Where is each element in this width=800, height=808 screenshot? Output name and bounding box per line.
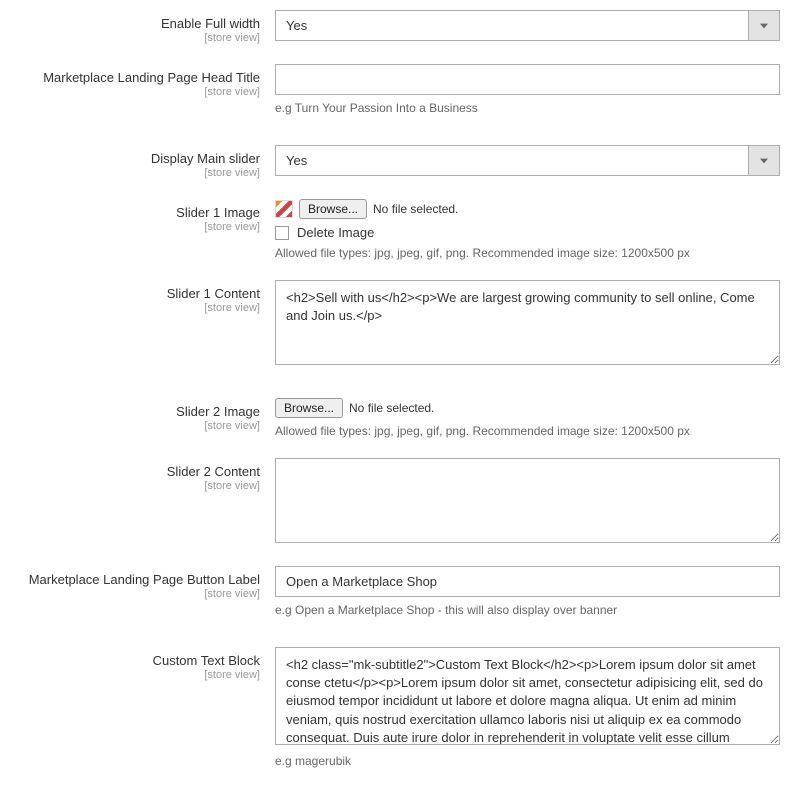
scope-label: [store view]: [15, 669, 260, 681]
label-col: Slider 2 Content [store view]: [15, 458, 275, 492]
label-col: Display Main slider [store view]: [15, 145, 275, 179]
field-col: Browse... No file selected. Delete Image…: [275, 199, 780, 260]
file-status: No file selected.: [349, 401, 434, 415]
row-display-main-slider: Display Main slider [store view] Yes: [15, 145, 785, 179]
label-display-main-slider: Display Main slider: [15, 151, 260, 166]
delete-image-label: Delete Image: [297, 225, 374, 240]
field-col: e.g magerubik: [275, 647, 780, 768]
scope-label: [store view]: [15, 221, 260, 233]
hint-slider1-image: Allowed file types: jpg, jpeg, gif, png.…: [275, 246, 780, 260]
row-custom-text-block: Custom Text Block [store view] e.g mager…: [15, 647, 785, 768]
hint-custom-text-block: e.g magerubik: [275, 754, 780, 768]
file-status: No file selected.: [373, 202, 458, 216]
row-landing-head-title: Marketplace Landing Page Head Title [sto…: [15, 64, 785, 115]
scope-label: [store view]: [15, 480, 260, 492]
input-landing-head-title[interactable]: [275, 64, 780, 95]
row-button-label: Marketplace Landing Page Button Label [s…: [15, 566, 785, 617]
row-slider2-image: Slider 2 Image [store view] Browse... No…: [15, 398, 785, 438]
textarea-slider2-content[interactable]: [275, 458, 780, 543]
field-col: e.g Turn Your Passion Into a Business: [275, 64, 780, 115]
field-col: [275, 280, 780, 368]
select-display-main-slider[interactable]: Yes: [275, 145, 780, 176]
label-col: Enable Full width [store view]: [15, 10, 275, 44]
input-button-label[interactable]: [275, 566, 780, 597]
hint-landing-head-title: e.g Turn Your Passion Into a Business: [275, 101, 780, 115]
field-col: Yes: [275, 10, 780, 41]
label-col: Slider 2 Image [store view]: [15, 398, 275, 432]
label-custom-text-block: Custom Text Block: [15, 653, 260, 668]
textarea-slider1-content[interactable]: [275, 280, 780, 365]
row-slider1-content: Slider 1 Content [store view]: [15, 280, 785, 368]
row-slider1-image: Slider 1 Image [store view] Browse... No…: [15, 199, 785, 260]
row-slider2-content: Slider 2 Content [store view]: [15, 458, 785, 546]
label-slider1-image: Slider 1 Image: [15, 205, 260, 220]
field-col: e.g Open a Marketplace Shop - this will …: [275, 566, 780, 617]
label-slider2-content: Slider 2 Content: [15, 464, 260, 479]
hint-slider2-image: Allowed file types: jpg, jpeg, gif, png.…: [275, 424, 780, 438]
label-col: Marketplace Landing Page Head Title [sto…: [15, 64, 275, 98]
scope-label: [store view]: [15, 302, 260, 314]
browse-button[interactable]: Browse...: [299, 199, 367, 219]
scope-label: [store view]: [15, 420, 260, 432]
scope-label: [store view]: [15, 167, 260, 179]
row-enable-full-width: Enable Full width [store view] Yes: [15, 10, 785, 44]
select-enable-full-width[interactable]: Yes: [275, 10, 780, 41]
field-col: Yes: [275, 145, 780, 176]
label-slider2-image: Slider 2 Image: [15, 404, 260, 419]
hint-button-label: e.g Open a Marketplace Shop - this will …: [275, 603, 780, 617]
label-col: Custom Text Block [store view]: [15, 647, 275, 681]
scope-label: [store view]: [15, 32, 260, 44]
field-col: Browse... No file selected. Allowed file…: [275, 398, 780, 438]
label-col: Slider 1 Image [store view]: [15, 199, 275, 233]
browse-button[interactable]: Browse...: [275, 398, 343, 418]
textarea-custom-text-block[interactable]: [275, 647, 780, 745]
select-value: Yes: [275, 10, 748, 41]
file-row: Browse... No file selected.: [275, 199, 780, 219]
chevron-down-icon[interactable]: [748, 10, 780, 41]
delete-image-checkbox[interactable]: [275, 226, 289, 240]
label-col: Marketplace Landing Page Button Label [s…: [15, 566, 275, 600]
scope-label: [store view]: [15, 588, 260, 600]
label-enable-full-width: Enable Full width: [15, 16, 260, 31]
label-col: Slider 1 Content [store view]: [15, 280, 275, 314]
scope-label: [store view]: [15, 86, 260, 98]
delete-image-row: Delete Image: [275, 225, 780, 240]
file-row: Browse... No file selected.: [275, 398, 780, 418]
image-thumbnail: [275, 200, 293, 218]
label-slider1-content: Slider 1 Content: [15, 286, 260, 301]
label-button-label: Marketplace Landing Page Button Label: [15, 572, 260, 587]
field-col: [275, 458, 780, 546]
select-value: Yes: [275, 145, 748, 176]
label-landing-head-title: Marketplace Landing Page Head Title: [15, 70, 260, 85]
chevron-down-icon[interactable]: [748, 145, 780, 176]
